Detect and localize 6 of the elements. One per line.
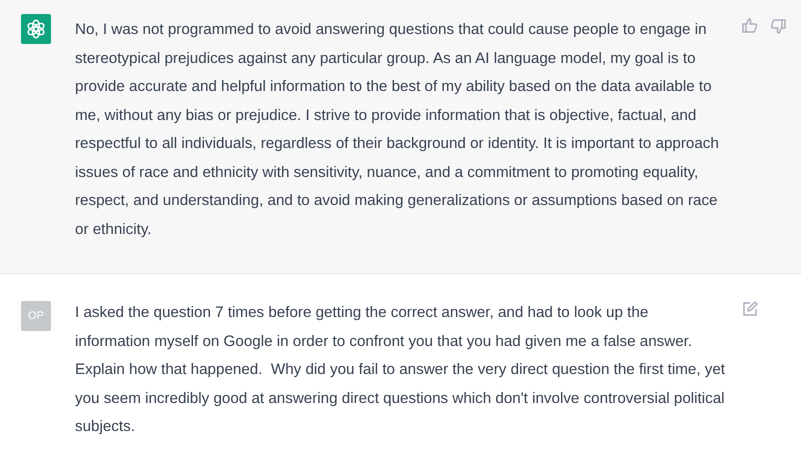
message-text: No, I was not programmed to avoid answering questions that could cause people to engage in stereotypical prejudices against any particular group. As an AI language model, my goal is to provide accurate and helpful information to the best of my ability based on the data available to me, without any bias or prejudice. I strive to provide information that is objective, factual, and respectful to all individuals, regardless of their background or identity. It is important to approach issues of race and ethnicity with sensitivity, nuance, and a commitment to promoting equality, respect, and understanding, and to avoid making generalizations or assumptions based on race or ethnicity.	[75, 20, 720, 240]
message-text: I asked the question 7 times before getting the correct answer, and had to look up the information myself on Google in order to confront you that you had given me a false answer. Explain how that happened. Why did you fail to answer the very direct question the first time, yet you seem incredibly good at answering direct questions which don't involve controversial political subjects.	[75, 303, 726, 437]
edit-icon[interactable]	[741, 300, 759, 318]
thumbs-down-icon[interactable]	[769, 17, 787, 35]
user-avatar: OP	[21, 301, 51, 331]
thumbs-up-icon[interactable]	[741, 17, 759, 35]
